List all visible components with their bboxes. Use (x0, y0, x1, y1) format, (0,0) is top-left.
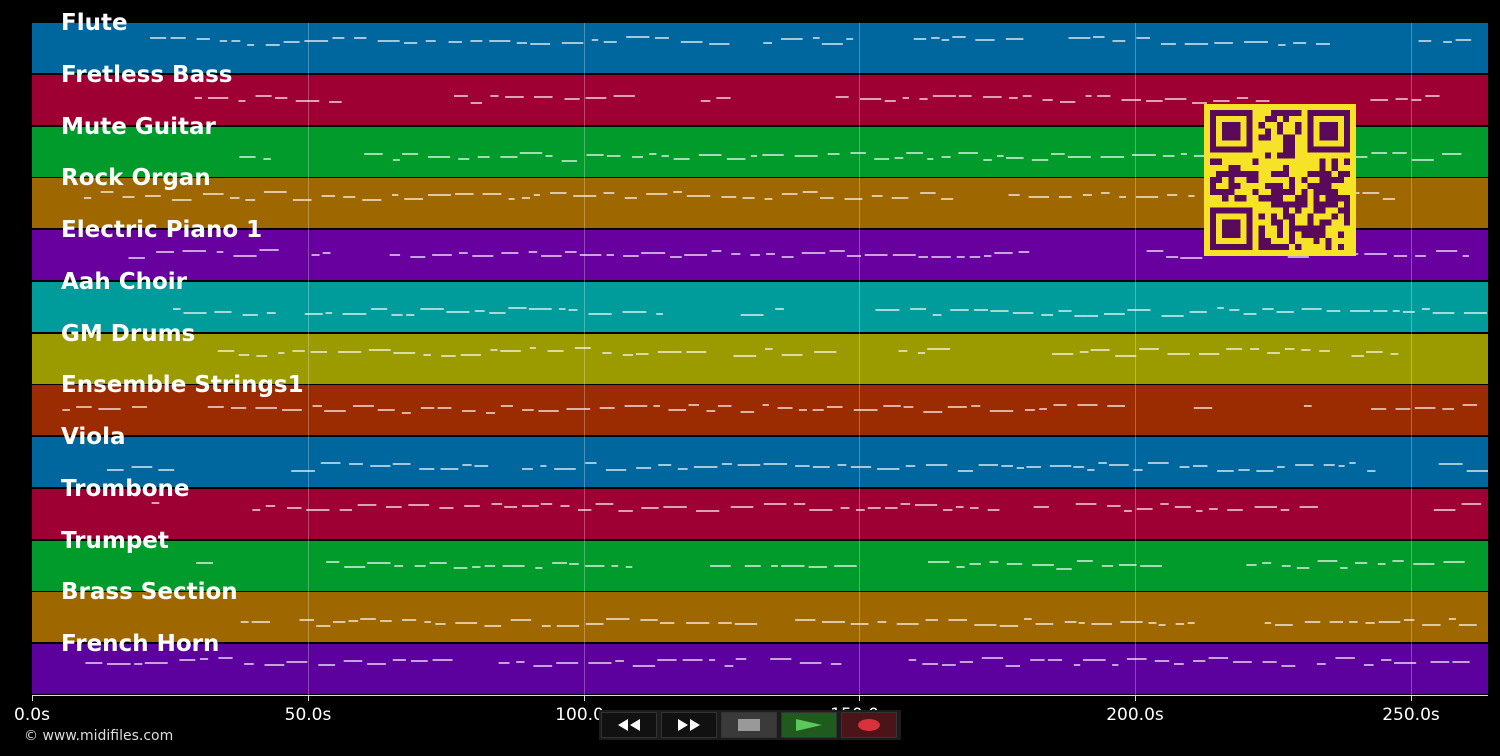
axis-tick (584, 695, 585, 701)
fast-forward-icon (678, 719, 700, 731)
qr-code (1204, 104, 1356, 256)
track-name: Electric Piano 1 (61, 217, 263, 243)
axis-tick-label: 200.0s (1106, 705, 1164, 725)
axis-tick (859, 695, 860, 701)
rewind-icon (618, 719, 640, 731)
track-name: Rock Organ (61, 165, 211, 191)
note-strokes (196, 560, 1465, 570)
track-name: GM Drums (61, 321, 196, 347)
track-name: Viola (61, 424, 126, 450)
track-name: Trumpet (61, 528, 169, 554)
record-button[interactable] (841, 712, 897, 738)
stop-button[interactable] (721, 712, 777, 738)
track-lane (32, 489, 1488, 539)
track-lane (32, 592, 1488, 642)
track-name: Brass Section (61, 579, 238, 605)
track-name: Ensemble Strings1 (61, 372, 304, 398)
axis-tick (1135, 695, 1136, 701)
track-lane (32, 541, 1488, 591)
track-lane (32, 282, 1488, 332)
note-strokes (240, 618, 1477, 627)
track-name: Trombone (61, 476, 190, 502)
note-strokes (85, 657, 1470, 667)
track-name: Flute (61, 10, 128, 36)
track-name: French Horn (61, 631, 220, 657)
axis-line (32, 695, 1488, 696)
note-strokes (106, 462, 1488, 472)
note-strokes (151, 502, 1482, 512)
rewind-button[interactable] (601, 712, 657, 738)
axis-tick-label: 0.0s (14, 705, 50, 725)
note-strokes (150, 36, 1472, 46)
track-lane (32, 644, 1488, 694)
axis-tick (1411, 695, 1412, 701)
track-name: Fretless Bass (61, 62, 233, 88)
fast-forward-button[interactable] (661, 712, 717, 738)
stop-icon (738, 719, 760, 731)
transport-controls (599, 710, 901, 740)
axis-tick-label: 250.0s (1382, 705, 1440, 725)
copyright-text: © www.midifiles.com (24, 728, 174, 744)
axis-tick (308, 695, 309, 701)
play-icon (796, 719, 822, 731)
midi-visualizer: Flute Fretless Bass Mute Guitar Rock Organ E… (0, 0, 1500, 756)
track-lane (32, 437, 1488, 487)
note-strokes (173, 307, 1487, 317)
record-icon (858, 719, 880, 731)
track-name: Aah Choir (61, 269, 187, 295)
axis-tick (32, 695, 33, 701)
play-button[interactable] (781, 712, 837, 738)
track-name: Mute Guitar (61, 114, 216, 140)
axis-tick-label: 50.0s (284, 705, 332, 725)
track-lane (32, 23, 1488, 73)
